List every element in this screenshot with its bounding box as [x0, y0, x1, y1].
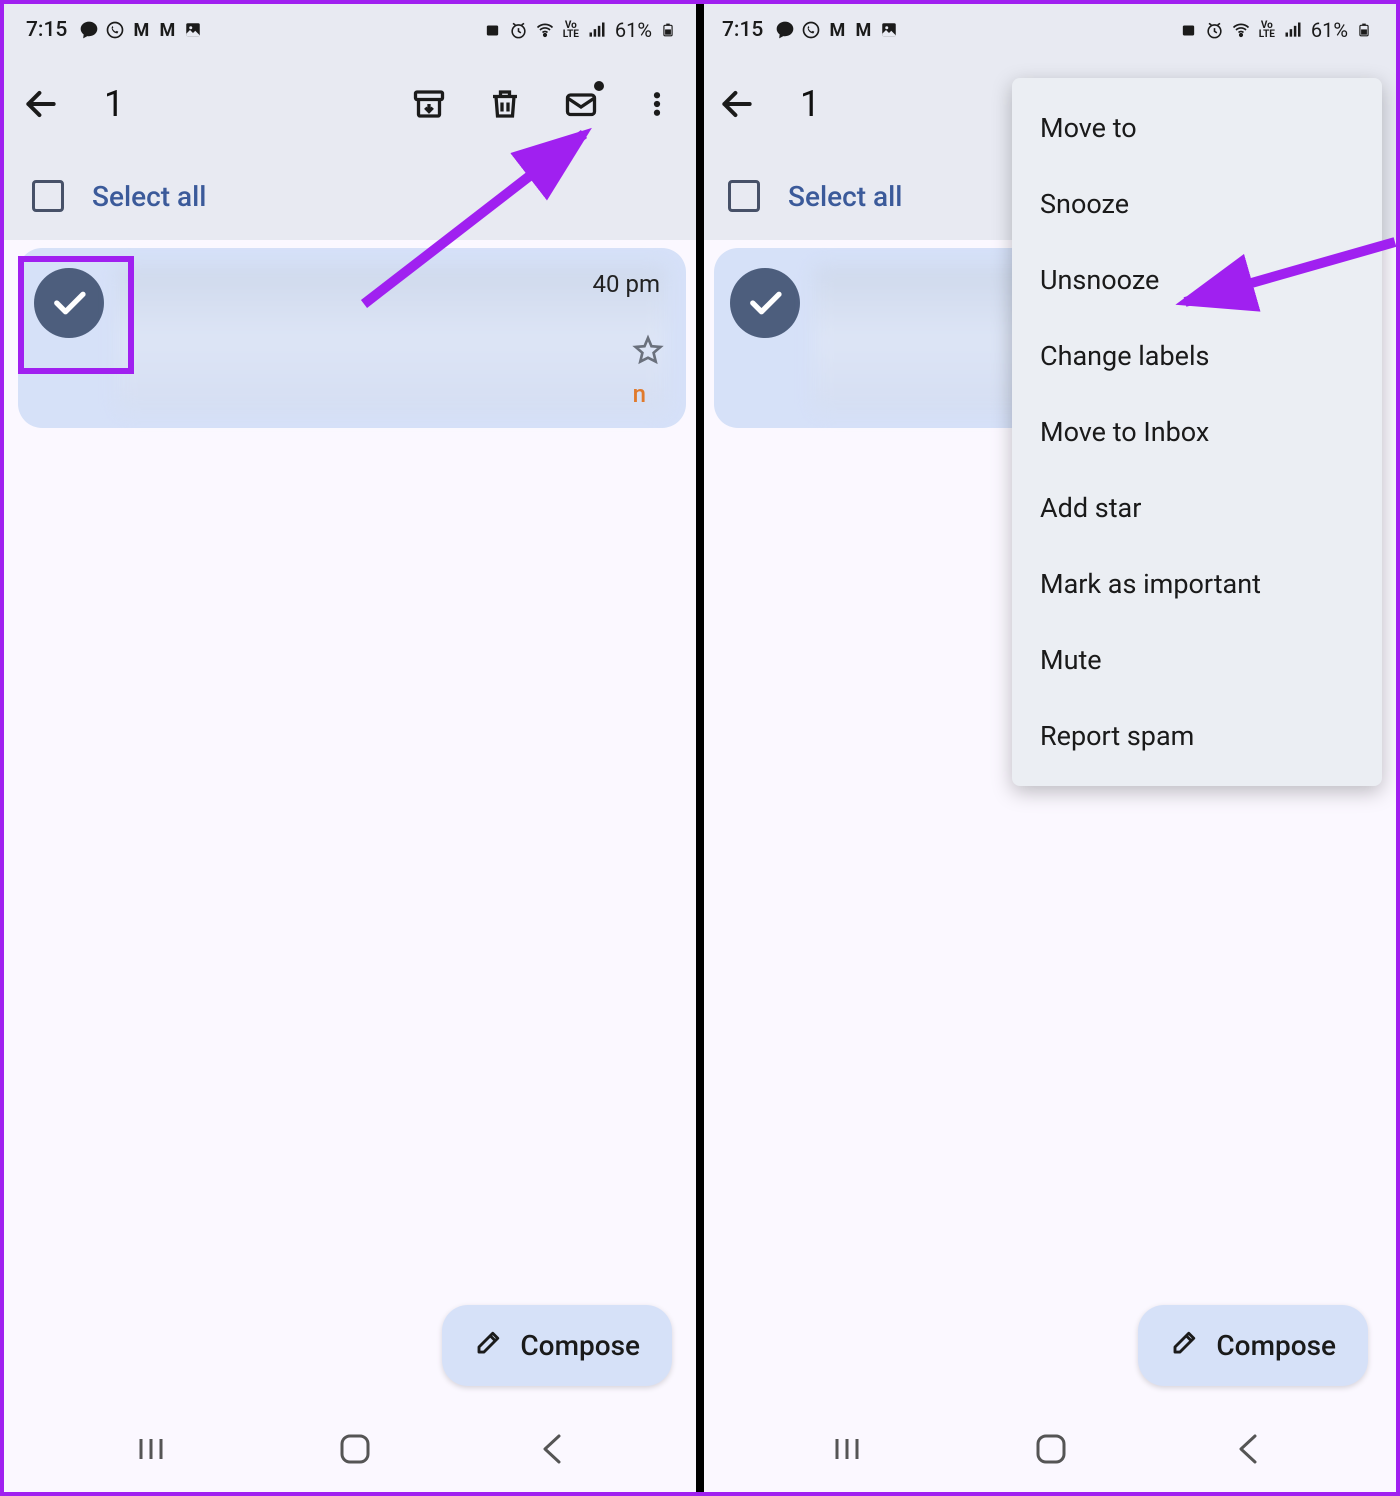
signal-icon: [587, 20, 607, 40]
menu-add-star[interactable]: Add star: [1012, 470, 1382, 546]
status-time: 7:15: [26, 18, 67, 42]
menu-mute[interactable]: Mute: [1012, 622, 1382, 698]
selection-check-icon[interactable]: [730, 268, 800, 338]
select-all-checkbox[interactable]: [32, 180, 64, 212]
menu-snooze[interactable]: Snooze: [1012, 166, 1382, 242]
m-icon-1: M: [827, 20, 847, 40]
gallery-icon: [183, 20, 203, 40]
volte-icon: VoLTE: [1257, 20, 1277, 40]
compose-label: Compose: [520, 1329, 640, 1362]
email-preview-redacted: [118, 266, 666, 412]
phone-left: 7:15 M M VoLTE: [4, 4, 700, 1492]
select-all-label: Select all: [92, 180, 206, 213]
chat-icon: [79, 20, 99, 40]
android-navbar: [4, 1410, 700, 1492]
nav-home-icon[interactable]: [338, 1432, 372, 1470]
nav-back-icon[interactable]: [539, 1432, 567, 1470]
overflow-menu-icon[interactable]: [638, 85, 676, 123]
selection-count: 1: [98, 83, 410, 125]
volte-icon: VoLTE: [561, 20, 581, 40]
nav-home-icon[interactable]: [1034, 1432, 1068, 1470]
nav-back-icon[interactable]: [1235, 1432, 1263, 1470]
nav-recents-icon[interactable]: [833, 1435, 867, 1467]
wifi-icon: [1231, 20, 1251, 40]
menu-report-spam[interactable]: Report spam: [1012, 698, 1382, 774]
compose-label: Compose: [1216, 1329, 1336, 1362]
alarm-icon: [509, 20, 529, 40]
pencil-icon: [474, 1327, 504, 1364]
battery-percent: 61%: [615, 18, 652, 42]
battery-icon: [658, 20, 678, 40]
card-icon: [483, 20, 503, 40]
overflow-menu: Move to Snooze Unsnooze Change labels Mo…: [1012, 78, 1382, 786]
status-bar: 7:15 M M VoLTE: [4, 4, 700, 56]
back-icon[interactable]: [718, 85, 756, 123]
battery-icon: [1354, 20, 1374, 40]
whatsapp-icon: [801, 20, 821, 40]
menu-mark-important[interactable]: Mark as important: [1012, 546, 1382, 622]
screenshot-divider: [696, 4, 704, 1492]
m-icon-2: M: [853, 20, 873, 40]
compose-button[interactable]: Compose: [1138, 1305, 1368, 1386]
email-orange-text: n: [633, 380, 646, 408]
star-icon[interactable]: [632, 334, 664, 370]
pencil-icon: [1170, 1327, 1200, 1364]
compose-button[interactable]: Compose: [442, 1305, 672, 1386]
select-all-label: Select all: [788, 180, 902, 213]
menu-change-labels[interactable]: Change labels: [1012, 318, 1382, 394]
select-all-row[interactable]: Select all: [4, 152, 700, 240]
selection-toolbar: 1: [4, 56, 700, 152]
email-list: 40 pm n: [4, 248, 700, 1418]
archive-icon[interactable]: [410, 85, 448, 123]
delete-icon[interactable]: [486, 85, 524, 123]
menu-unsnooze[interactable]: Unsnooze: [1012, 242, 1382, 318]
select-all-checkbox[interactable]: [728, 180, 760, 212]
wifi-icon: [535, 20, 555, 40]
chat-icon: [775, 20, 795, 40]
alarm-icon: [1205, 20, 1225, 40]
menu-move-to-inbox[interactable]: Move to Inbox: [1012, 394, 1382, 470]
mark-unread-icon[interactable]: [562, 85, 600, 123]
whatsapp-icon: [105, 20, 125, 40]
gallery-icon: [879, 20, 899, 40]
email-time: 40 pm: [593, 270, 660, 298]
status-bar: 7:15 M M VoLTE: [700, 4, 1396, 56]
annotation-highlight: [18, 256, 134, 374]
m-icon-1: M: [131, 20, 151, 40]
status-time: 7:15: [722, 18, 763, 42]
card-icon: [1179, 20, 1199, 40]
signal-icon: [1283, 20, 1303, 40]
nav-recents-icon[interactable]: [137, 1435, 171, 1467]
phone-right: 7:15 M M VoLTE: [700, 4, 1396, 1492]
battery-percent: 61%: [1311, 18, 1348, 42]
android-navbar: [700, 1410, 1396, 1492]
back-icon[interactable]: [22, 85, 60, 123]
menu-move-to[interactable]: Move to: [1012, 90, 1382, 166]
m-icon-2: M: [157, 20, 177, 40]
